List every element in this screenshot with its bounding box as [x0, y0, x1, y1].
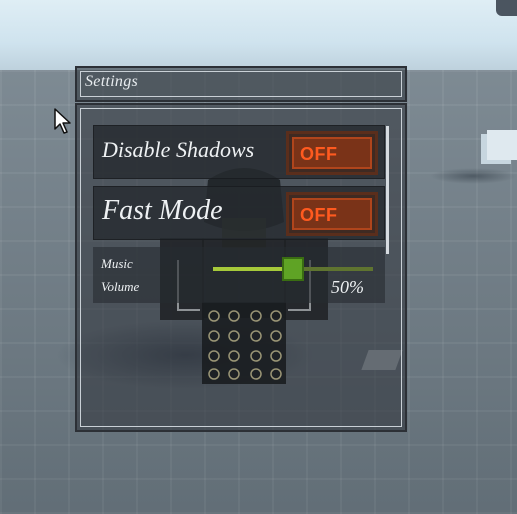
music-volume-label-line1: Music — [101, 256, 133, 271]
music-volume-label-line2: Volume — [101, 279, 140, 294]
window-title: Settings — [85, 73, 139, 90]
scene-block-shadow — [430, 168, 517, 184]
fast-mode-value: OFF — [300, 205, 338, 225]
settings-scrollbar[interactable] — [386, 126, 389, 254]
scene-block — [487, 130, 517, 160]
fast-mode-label: Fast Mode — [102, 195, 223, 226]
setting-row-disable-shadows: Disable Shadows OFF — [93, 125, 385, 179]
slider-handle[interactable] — [282, 257, 304, 281]
music-volume-slider[interactable] — [213, 257, 373, 281]
toggle-face: OFF — [292, 198, 372, 230]
disable-shadows-label: Disable Shadows — [102, 137, 255, 162]
disable-shadows-toggle[interactable]: OFF — [286, 131, 378, 175]
mouse-cursor-icon — [54, 108, 71, 134]
music-volume-value: 50% — [331, 277, 364, 297]
slider-fill — [213, 267, 293, 271]
fast-mode-toggle[interactable]: OFF — [286, 192, 378, 236]
setting-row-fast-mode: Fast Mode OFF — [93, 186, 385, 240]
top-corner-button[interactable] — [496, 0, 517, 16]
settings-title-bar: Settings — [75, 66, 407, 102]
toggle-face: OFF — [292, 137, 372, 169]
disable-shadows-value: OFF — [300, 144, 338, 164]
setting-row-music-volume: Music Volume 50% — [93, 247, 385, 303]
